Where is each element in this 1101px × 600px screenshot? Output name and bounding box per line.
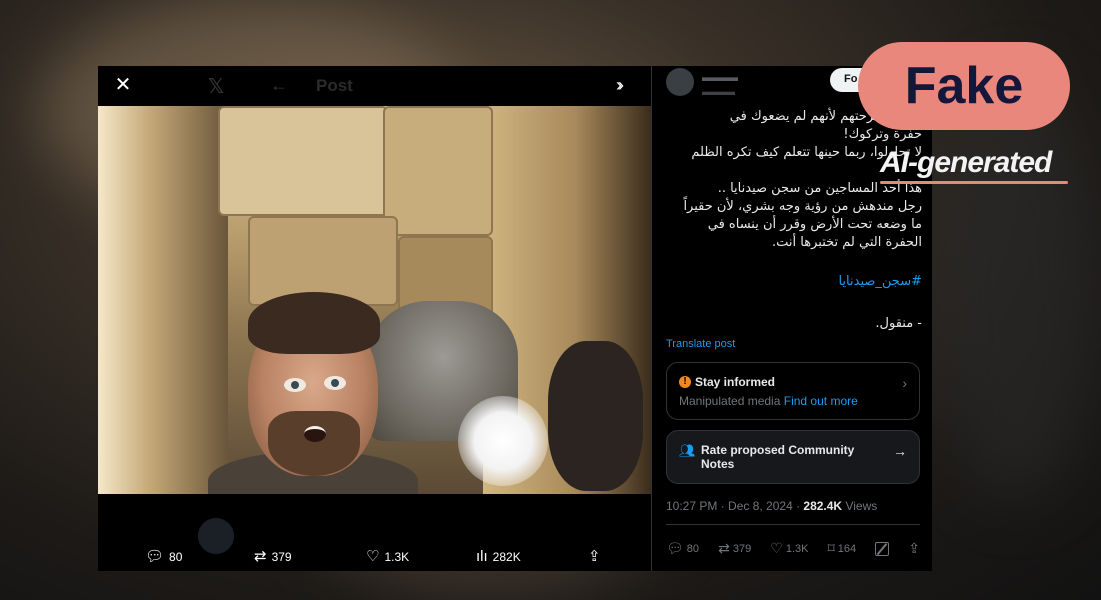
- author-name[interactable]: ▬▬▬: [702, 70, 738, 84]
- screenshot-frame: ✕ 𝕏 ← Post ›› 💬︎ 80 ⇄ 379 ♡ 1.3K ılı 282…: [98, 66, 932, 571]
- x-logo-icon[interactable]: 𝕏: [208, 74, 224, 99]
- grok-icon: [875, 541, 890, 556]
- like-count: 1.3K: [384, 550, 410, 564]
- background-blur: [930, 80, 1100, 500]
- community-notes-card[interactable]: 👥︎ Rate proposed Community Notes →: [666, 430, 920, 484]
- like-button[interactable]: ♡ 1.3K: [770, 540, 808, 557]
- verdict-label: Fake: [904, 57, 1024, 115]
- community-notes-icon: 👥︎: [679, 443, 696, 458]
- find-out-more-link[interactable]: Find out more: [784, 394, 858, 408]
- repost-icon: ⇄: [718, 540, 730, 556]
- manipulated-media-label: Manipulated media: [679, 394, 781, 408]
- tunnel-wall-left: [98, 106, 228, 494]
- post-photo[interactable]: [98, 106, 651, 494]
- translate-post-link[interactable]: Translate post: [666, 338, 735, 350]
- media-viewer: ✕ 𝕏 ← Post ›› 💬︎ 80 ⇄ 379 ♡ 1.3K ılı 282…: [98, 66, 651, 571]
- bookmark-button[interactable]: ⌑ 164: [828, 540, 857, 557]
- views-total: 282.4K: [803, 499, 843, 513]
- heart-icon: ♡: [770, 540, 783, 556]
- author-handle: ▬▬▬: [702, 86, 735, 98]
- share-button[interactable]: ⇪: [908, 540, 920, 557]
- stone-block: [218, 106, 388, 216]
- bookmark-icon: ⌑: [827, 540, 835, 556]
- stay-informed-card[interactable]: ! Stay informed Manipulated media Find o…: [666, 362, 920, 420]
- heart-icon: ♡: [366, 548, 380, 565]
- like-count: 1.3K: [785, 542, 809, 555]
- reply-button[interactable]: 💬︎ 80: [666, 540, 699, 557]
- viewer-topbar: ✕ 𝕏 ← Post ››: [98, 66, 651, 106]
- man-mouth: [304, 426, 326, 442]
- arrow-right-icon: →: [893, 443, 907, 459]
- viewer-action-bar: 💬︎ 80 ⇄ 379 ♡ 1.3K ılı 282K ⇪: [98, 494, 651, 571]
- viewer-title: Post: [316, 76, 353, 95]
- reply-button[interactable]: 💬︎ 80: [145, 548, 183, 565]
- stay-informed-heading: Stay informed: [695, 375, 776, 389]
- author-avatar[interactable]: [666, 68, 694, 96]
- community-notes-label: Rate proposed Community Notes: [701, 443, 855, 471]
- bar-chart-icon: ılı: [476, 548, 488, 565]
- share-icon: ⇪: [588, 548, 601, 565]
- repost-count: 379: [271, 550, 292, 564]
- reply-icon: 💬︎: [145, 548, 165, 565]
- repost-count: 379: [732, 542, 752, 555]
- post-panel: ▬▬▬ ▬▬▬ Fo قهرتهم فرحتهم لأنهم لم يضعوك …: [651, 66, 932, 571]
- share-button[interactable]: ⇪: [588, 548, 606, 565]
- reply-icon: 💬︎: [666, 540, 684, 556]
- bookmark-count: 164: [837, 542, 857, 555]
- reply-count: 80: [686, 542, 700, 555]
- chevron-right-icon: ›: [902, 375, 907, 391]
- verdict-reason: AI-generated: [880, 146, 1052, 179]
- manipulated-media-notice: Manipulated media Find out more: [679, 394, 858, 408]
- man-beard: [268, 411, 360, 476]
- post-actions: 💬︎ 80 ⇄ 379 ♡ 1.3K ⌑ 164 ⇪: [666, 540, 920, 557]
- divider: [666, 524, 920, 525]
- man-hair: [248, 292, 380, 354]
- like-button[interactable]: ♡ 1.3K: [366, 548, 410, 565]
- post-timestamp[interactable]: 10:27 PM · Dec 8, 2024 ·: [666, 499, 803, 513]
- views-label: Views: [842, 499, 878, 513]
- views-count: 282K: [492, 550, 521, 564]
- repost-button[interactable]: ⇄ 379: [718, 540, 751, 557]
- post-meta: 10:27 PM · Dec 8, 2024 · 282.4K Views: [666, 499, 877, 513]
- close-icon[interactable]: ✕: [112, 74, 134, 96]
- expand-icon[interactable]: ››: [616, 75, 624, 96]
- grok-button[interactable]: [875, 541, 890, 556]
- flashlight-glow: [458, 396, 548, 486]
- hashtag-link[interactable]: #سجن_صيدنايا: [666, 274, 922, 289]
- flashlight-hand: [548, 341, 643, 491]
- warning-icon: !: [679, 376, 691, 388]
- man-eye: [284, 378, 306, 392]
- verdict-underline: [880, 181, 1068, 184]
- post-text-footer: - منقول.: [875, 316, 922, 331]
- man-eye: [324, 376, 346, 390]
- reply-count: 80: [169, 550, 183, 564]
- views-button[interactable]: ılı 282K: [476, 548, 521, 565]
- repost-icon: ⇄: [254, 548, 267, 565]
- repost-button[interactable]: ⇄ 379: [254, 548, 292, 565]
- share-icon: ⇪: [908, 540, 920, 556]
- avatar: [198, 518, 234, 554]
- stone-block: [383, 106, 493, 236]
- back-arrow-icon[interactable]: ←: [270, 75, 288, 96]
